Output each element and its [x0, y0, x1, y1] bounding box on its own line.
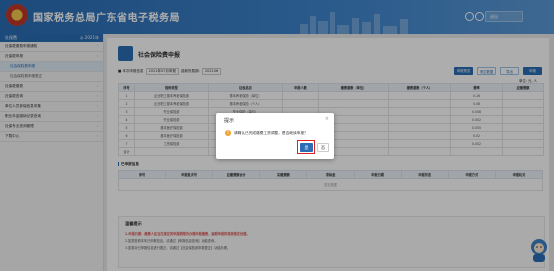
confirm-yes-button[interactable]: 是: [300, 143, 313, 152]
close-icon[interactable]: ×: [325, 116, 329, 122]
confirm-no-button[interactable]: 否: [317, 143, 329, 152]
dialog-message: 请确认已完成缴费工资调整，是否继续申报？: [234, 131, 308, 135]
dialog-title: 提示: [224, 118, 235, 124]
warning-icon: !: [225, 130, 231, 136]
confirm-dialog: 提示 × ! 请确认已完成缴费工资调整，是否继续申报？ 是 否: [216, 113, 334, 159]
